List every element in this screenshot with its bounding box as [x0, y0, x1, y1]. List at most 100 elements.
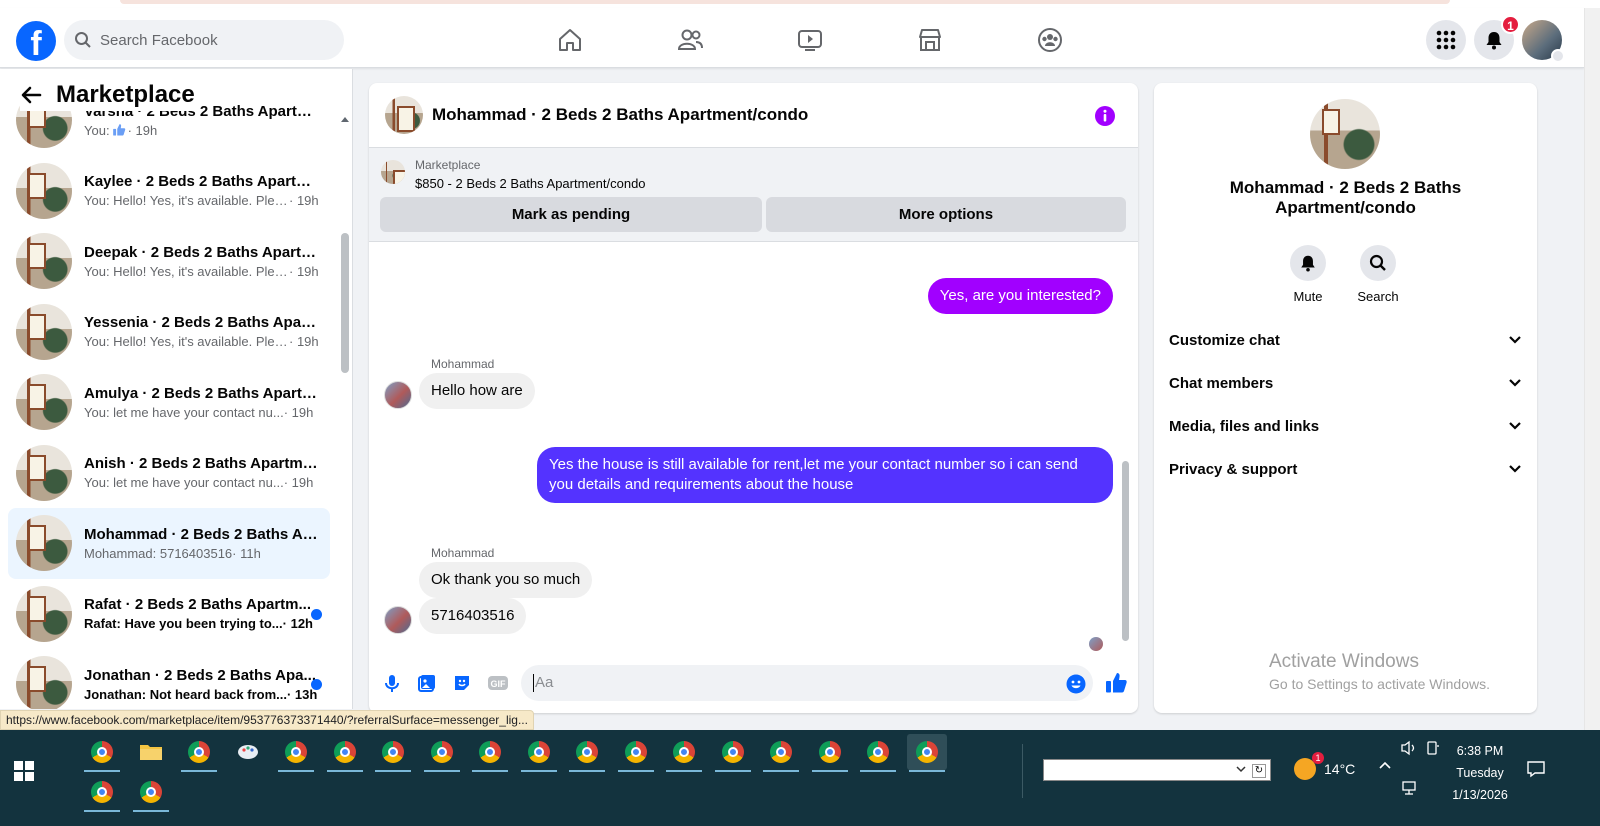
emoji-icon[interactable] — [1066, 674, 1086, 694]
chrome-taskbar-button[interactable] — [131, 774, 171, 812]
weather-moon-icon: 1 — [1294, 752, 1324, 780]
action-center-icon[interactable] — [1526, 760, 1546, 778]
conversation-item[interactable]: Kaylee · 2 Beds 2 Baths Apartme... You: H… — [8, 156, 330, 227]
chrome-taskbar-button[interactable] — [82, 734, 122, 772]
refresh-icon[interactable]: ↻ — [1252, 764, 1266, 778]
chevron-up-icon[interactable] — [1378, 760, 1392, 770]
privacy-support-section[interactable]: Privacy & support — [1169, 451, 1522, 487]
system-clock[interactable]: 6:38 PM Tuesday 1/13/2026 — [1436, 740, 1524, 806]
chrome-icon — [915, 741, 938, 763]
conversation-item[interactable]: Yessenia · 2 Beds 2 Baths Apart... You: H… — [8, 297, 330, 368]
chrome-icon — [382, 741, 404, 763]
conversation-item[interactable]: Amulya · 2 Beds 2 Baths Apartm... You: le… — [8, 367, 330, 438]
conversation-preview: Mohammad: 5716403516 · 11h — [84, 546, 319, 561]
chrome-taskbar-button[interactable] — [373, 734, 413, 772]
conversation-item[interactable]: Anish · 2 Beds 2 Baths Apartme... You: le… — [8, 438, 330, 509]
chrome-taskbar-button[interactable] — [276, 734, 316, 772]
preview-time: · 19h — [283, 475, 314, 491]
chat-members-section[interactable]: Chat members — [1169, 365, 1522, 401]
search-in-conversation-button[interactable]: Search — [1348, 245, 1408, 304]
listing-thumbnail[interactable] — [381, 160, 405, 184]
chrome-taskbar-button[interactable] — [906, 734, 947, 772]
chat-info-panel: Mohammad · 2 Beds 2 Baths Apartment/cond… — [1154, 83, 1537, 713]
nav-home[interactable] — [510, 18, 630, 62]
chat-title[interactable]: Mohammad · 2 Beds 2 Baths Apartment/cond… — [432, 105, 808, 125]
conversation-item[interactable]: Rafat · 2 Beds 2 Baths Apartm... Rafat: H… — [8, 579, 330, 650]
back-arrow-icon[interactable] — [20, 84, 42, 106]
mark-as-pending-button[interactable]: Mark as pending — [380, 197, 762, 232]
media-files-links-section[interactable]: Media, files and links — [1169, 408, 1522, 444]
chrome-taskbar-button[interactable] — [422, 734, 462, 772]
running-indicator — [569, 770, 605, 772]
customize-chat-section[interactable]: Customize chat — [1169, 322, 1522, 358]
facebook-logo[interactable]: f — [16, 21, 56, 61]
chrome-taskbar-button[interactable] — [567, 734, 607, 772]
chrome-icon — [867, 741, 889, 763]
chrome-taskbar-button[interactable] — [519, 734, 559, 772]
chrome-taskbar-button[interactable] — [82, 774, 122, 812]
listing-title[interactable]: $850 - 2 Beds 2 Baths Apartment/condo — [415, 176, 646, 191]
chrome-taskbar-button[interactable] — [713, 734, 753, 772]
running-indicator — [278, 770, 314, 772]
chat-scrollbar[interactable] — [1122, 243, 1129, 643]
chrome-taskbar-button[interactable] — [810, 734, 850, 772]
chat-avatar[interactable] — [385, 96, 423, 134]
running-indicator — [326, 770, 363, 772]
nav-groups[interactable] — [990, 18, 1110, 62]
nav-marketplace[interactable] — [870, 18, 990, 62]
account-avatar[interactable] — [1522, 20, 1565, 63]
info-icon[interactable] — [1094, 105, 1116, 127]
file-explorer-taskbar-button[interactable] — [131, 734, 171, 770]
sticker-icon[interactable] — [452, 673, 472, 693]
running-indicator — [763, 770, 799, 772]
conversation-scrollbar[interactable] — [341, 103, 349, 703]
sender-avatar[interactable] — [384, 381, 412, 409]
chrome-taskbar-button[interactable] — [616, 734, 656, 772]
taskbar-apps-row1 — [82, 734, 947, 772]
scroll-up-arrow-icon[interactable] — [341, 117, 349, 122]
conversation-item[interactable]: Deepak · 2 Beds 2 Baths Apartm... You: He… — [8, 226, 330, 297]
nav-watch[interactable] — [750, 18, 870, 62]
weather-widget[interactable]: 1 14°C — [1294, 752, 1355, 780]
conversation-preview: Rafat: Have you been trying to... · 12h — [84, 616, 319, 631]
message-input-placeholder: Aa — [535, 674, 554, 691]
menu-button[interactable] — [1426, 20, 1466, 60]
mute-button[interactable]: Mute — [1278, 245, 1338, 304]
running-indicator — [375, 770, 411, 772]
chrome-taskbar-button[interactable] — [761, 734, 801, 772]
conversation-item[interactable]: Mohammad · 2 Beds 2 Baths Ap... Mohammad:… — [8, 508, 330, 579]
conversation-body: Jonathan · 2 Beds 2 Baths Apa... Jonathan… — [84, 667, 319, 702]
message-input[interactable]: Aa — [521, 665, 1093, 701]
sender-avatar[interactable] — [384, 606, 412, 634]
page-title: Marketplace — [56, 81, 195, 108]
conversation-avatar — [16, 515, 72, 572]
windows-start-icon[interactable] — [14, 761, 34, 781]
nav-friends[interactable] — [630, 18, 750, 62]
chrome-taskbar-button[interactable] — [664, 734, 704, 772]
scrollbar-thumb[interactable] — [341, 233, 349, 373]
chrome-taskbar-button[interactable] — [858, 734, 898, 772]
scrollbar-thumb[interactable] — [1122, 461, 1129, 641]
more-options-button[interactable]: More options — [766, 197, 1126, 232]
preview-text: Mohammad: 5716403516 — [84, 545, 233, 561]
grid-menu-icon — [1436, 30, 1456, 50]
photo-icon[interactable] — [417, 673, 437, 693]
taskbar-address-box[interactable]: ↻ — [1043, 759, 1271, 781]
like-thumbs-up-icon[interactable] — [1104, 671, 1128, 695]
chrome-taskbar-button[interactable] — [179, 734, 219, 772]
gif-icon[interactable]: GIF — [487, 673, 509, 693]
chrome-taskbar-button[interactable] — [470, 734, 510, 772]
search-input[interactable]: Search Facebook — [64, 20, 344, 60]
conversation-item[interactable]: Jonathan · 2 Beds 2 Baths Apa... Jonathan… — [8, 649, 330, 709]
notifications-button[interactable]: 1 — [1474, 15, 1520, 60]
chevron-down-icon — [1551, 49, 1565, 63]
chrome-taskbar-button[interactable] — [325, 734, 365, 772]
network-icon[interactable] — [1400, 780, 1418, 796]
dropdown-arrow-icon[interactable] — [1236, 765, 1246, 773]
profile-avatar[interactable] — [1310, 99, 1380, 169]
volume-icon[interactable] — [1400, 740, 1418, 756]
microphone-icon[interactable] — [382, 673, 402, 693]
paint-taskbar-button[interactable] — [228, 734, 268, 770]
running-indicator — [811, 770, 848, 772]
browser-scrollbar[interactable] — [1584, 8, 1600, 730]
